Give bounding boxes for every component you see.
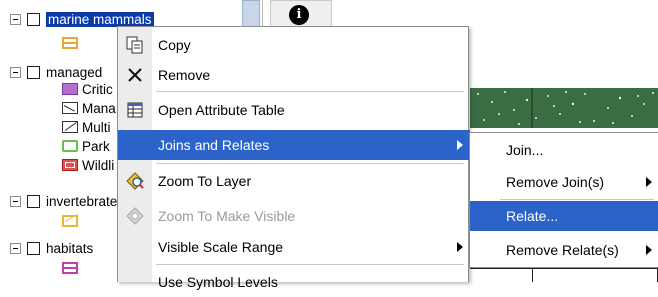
menu-item-copy[interactable]: Copy bbox=[118, 30, 470, 60]
menu-item-remove-joins[interactable]: Remove Join(s) bbox=[470, 167, 658, 197]
map-texture bbox=[477, 88, 654, 128]
legend-label: Park bbox=[82, 138, 110, 154]
menu-item-zoom-to-layer[interactable]: Zoom To Layer bbox=[118, 166, 470, 196]
menu-item-relate[interactable]: Relate... bbox=[470, 201, 658, 231]
menu-separator bbox=[156, 264, 464, 265]
legend-label: Wildli bbox=[82, 157, 115, 173]
menu-item-label: Copy bbox=[158, 37, 191, 53]
yellow-fill-symbol-icon bbox=[62, 215, 78, 227]
magenta-fill-symbol-icon bbox=[62, 262, 78, 274]
menu-item-label: Zoom To Layer bbox=[158, 173, 252, 189]
layer-visibility-checkbox[interactable] bbox=[27, 241, 40, 255]
layer-name[interactable]: invertebrates bbox=[46, 194, 124, 209]
remove-icon bbox=[128, 68, 142, 82]
hatched-symbol-icon bbox=[62, 102, 78, 114]
legend-item bbox=[62, 34, 82, 52]
menu-separator bbox=[156, 91, 464, 92]
menu-item-label: Use Symbol Levels bbox=[158, 274, 278, 290]
map-canvas[interactable] bbox=[470, 88, 658, 128]
menu-item-label: Open Attribute Table bbox=[158, 102, 285, 118]
layer-row-invertebrates[interactable]: invertebrates bbox=[10, 191, 124, 211]
menu-item-label: Relate... bbox=[506, 208, 559, 224]
layer-context-menu: Copy Remove Open Attribute Table Joins a… bbox=[117, 26, 470, 290]
menu-item-remove[interactable]: Remove bbox=[118, 60, 470, 90]
legend-label: Mana bbox=[82, 100, 116, 116]
copy-icon bbox=[126, 36, 143, 54]
collapse-icon[interactable] bbox=[10, 13, 21, 25]
menu-item-label: Remove Join(s) bbox=[506, 174, 605, 190]
layer-row-habitats[interactable]: habitats bbox=[10, 238, 93, 258]
menu-item-label: Zoom To Make Visible bbox=[158, 208, 296, 224]
menu-item-remove-relates[interactable]: Remove Relate(s) bbox=[470, 235, 658, 265]
submenu-arrow-icon bbox=[646, 177, 652, 187]
diagonal-symbol-icon bbox=[62, 121, 78, 133]
layer-visibility-checkbox[interactable] bbox=[27, 194, 40, 208]
collapse-icon[interactable] bbox=[10, 195, 21, 207]
menu-item-open-attribute-table[interactable]: Open Attribute Table bbox=[118, 95, 470, 125]
legend-item bbox=[62, 212, 82, 230]
legend-item: Wildli bbox=[62, 156, 114, 174]
layer-name[interactable]: marine mammals bbox=[46, 11, 154, 27]
zoom-to-layer-icon bbox=[126, 172, 144, 190]
collapse-icon[interactable] bbox=[10, 242, 21, 254]
green-outline-symbol-icon bbox=[62, 140, 78, 152]
submenu-arrow-icon bbox=[457, 140, 463, 150]
layer-visibility-checkbox[interactable] bbox=[27, 12, 40, 26]
collapse-icon[interactable] bbox=[10, 66, 21, 78]
menu-item-zoom-to-make-visible: Zoom To Make Visible bbox=[118, 201, 470, 231]
legend-item: Park bbox=[62, 137, 110, 155]
orange-fill-symbol-icon bbox=[62, 37, 78, 49]
legend-item: Critic bbox=[62, 80, 113, 98]
legend-item: Multi bbox=[62, 118, 111, 136]
red-fill-symbol-icon bbox=[62, 159, 78, 171]
menu-item-joins-and-relates[interactable]: Joins and Relates bbox=[118, 130, 470, 160]
table-icon bbox=[127, 102, 143, 118]
joins-relates-submenu: Join... Remove Join(s) Relate... Remove … bbox=[469, 132, 658, 268]
menu-item-use-symbol-levels[interactable]: Use Symbol Levels bbox=[118, 267, 470, 297]
menu-item-label: Join... bbox=[506, 142, 544, 158]
legend-item: Mana bbox=[62, 99, 116, 117]
menu-separator bbox=[156, 163, 464, 164]
legend-item bbox=[62, 259, 82, 277]
map-border bbox=[470, 268, 658, 269]
submenu-arrow-icon bbox=[457, 242, 463, 252]
menu-item-label: Remove bbox=[158, 67, 211, 83]
zoom-visible-icon bbox=[126, 207, 144, 225]
menu-item-label: Joins and Relates bbox=[158, 137, 270, 153]
menu-item-label: Visible Scale Range bbox=[158, 239, 284, 255]
menu-item-join[interactable]: Join... bbox=[470, 135, 658, 165]
layer-visibility-checkbox[interactable] bbox=[27, 65, 40, 79]
info-icon: i bbox=[289, 5, 309, 25]
layer-name[interactable]: managed bbox=[46, 65, 102, 80]
legend-label: Multi bbox=[82, 119, 111, 135]
menu-item-label: Remove Relate(s) bbox=[506, 242, 619, 258]
submenu-arrow-icon bbox=[646, 245, 652, 255]
layer-name[interactable]: habitats bbox=[46, 241, 93, 256]
menu-separator bbox=[500, 199, 654, 200]
layer-row-managed[interactable]: managed bbox=[10, 62, 102, 82]
menu-item-visible-scale-range[interactable]: Visible Scale Range bbox=[118, 232, 470, 262]
legend-label: Critic bbox=[82, 81, 113, 97]
purple-fill-symbol-icon bbox=[62, 83, 78, 95]
map-grid-line bbox=[532, 268, 533, 282]
